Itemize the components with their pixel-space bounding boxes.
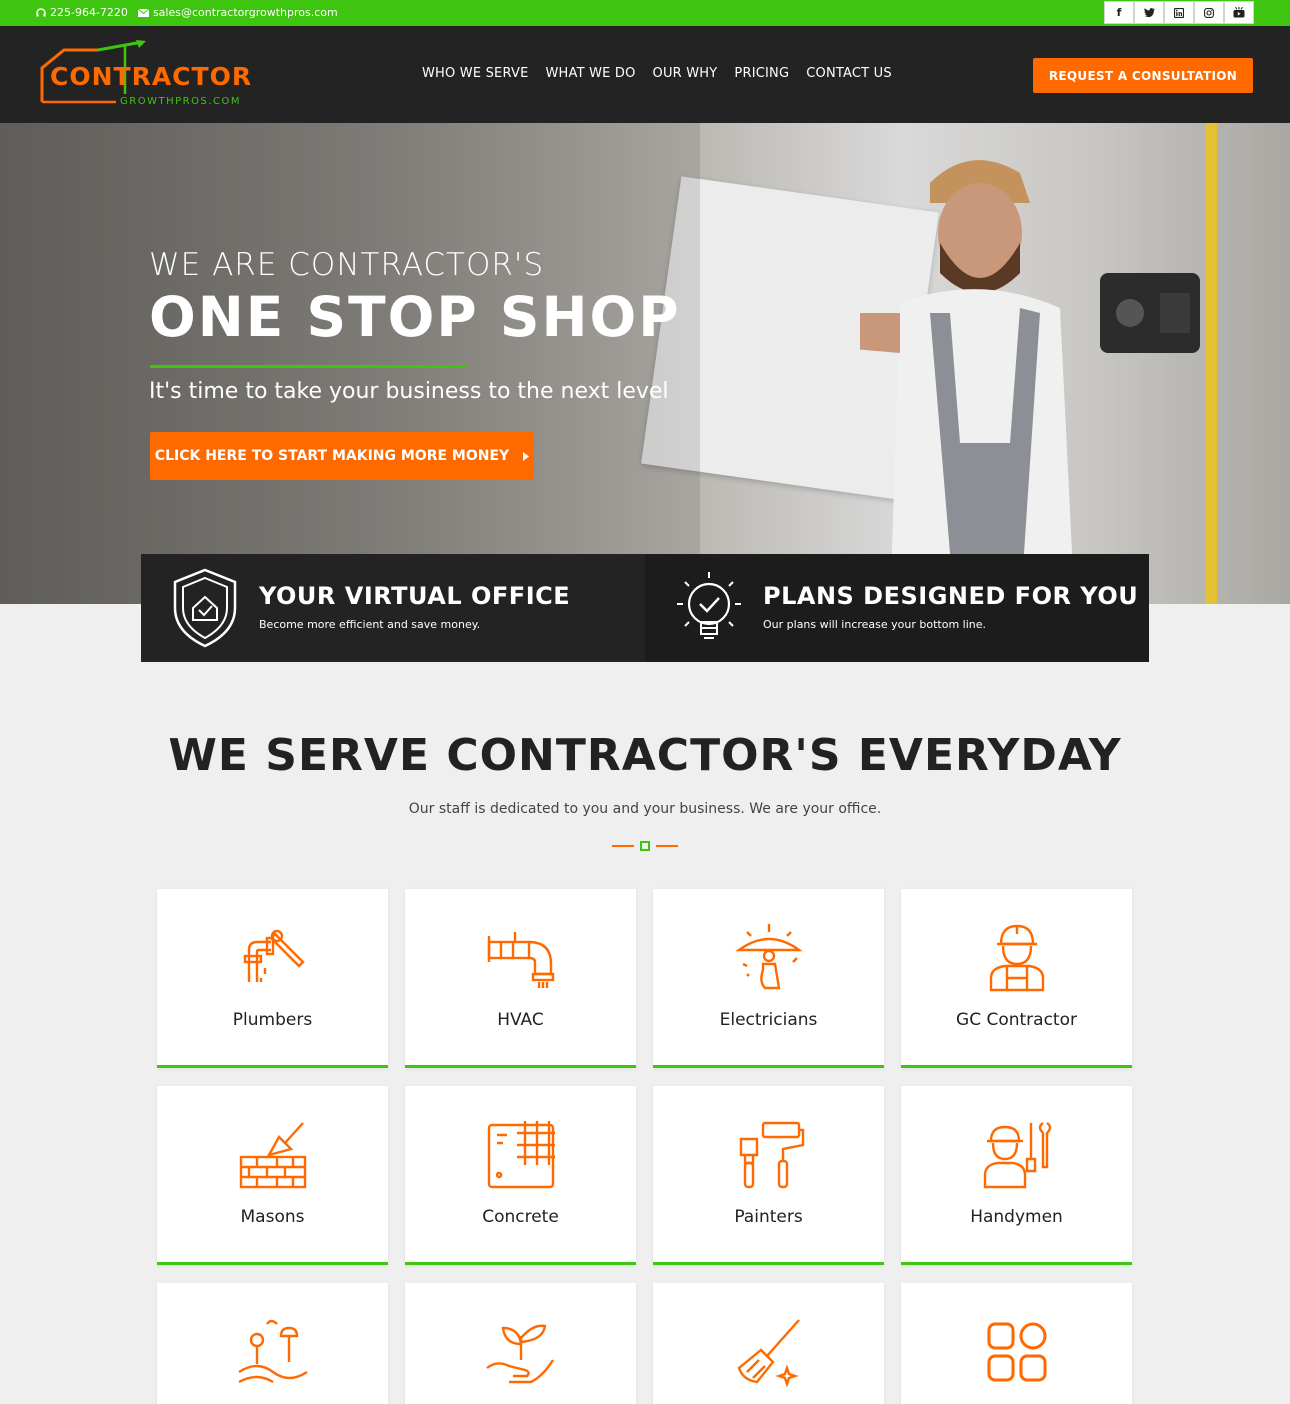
service-card-landscaping[interactable] bbox=[157, 1283, 388, 1404]
card-label: Electricians bbox=[719, 1010, 818, 1030]
hero-headline: ONE STOP SHOP bbox=[149, 285, 681, 349]
main-nav: WHO WE SERVE WHAT WE DO OUR WHY PRICING … bbox=[422, 66, 892, 81]
hero-cta-label: CLICK HERE TO START MAKING MORE MONEY bbox=[154, 448, 510, 464]
nav-who-we-serve[interactable]: WHO WE SERVE bbox=[422, 66, 529, 81]
nav-pricing[interactable]: PRICING bbox=[734, 66, 789, 81]
service-card-concrete[interactable]: Concrete bbox=[405, 1086, 636, 1265]
card-label: Painters bbox=[734, 1207, 803, 1227]
logo-subtitle: GROWTHPROS.COM bbox=[120, 96, 241, 107]
shield-house-icon bbox=[173, 568, 237, 648]
card-label: Concrete bbox=[482, 1207, 559, 1227]
service-card-cleaning[interactable] bbox=[653, 1283, 884, 1404]
hero-eyebrow: WE ARE CONTRACTOR'S bbox=[149, 247, 545, 283]
light-fixture-icon bbox=[735, 924, 803, 990]
service-card-painters[interactable]: Painters bbox=[653, 1086, 884, 1265]
hero-banner: WE ARE CONTRACTOR'S ONE STOP SHOP It's t… bbox=[0, 123, 1290, 604]
feature-plans: PLANS DESIGNED FOR YOU Our plans will in… bbox=[645, 554, 1149, 662]
paint-roller-icon bbox=[739, 1121, 805, 1189]
social-links: f bbox=[1104, 1, 1254, 24]
youtube-icon[interactable] bbox=[1224, 1, 1254, 24]
nav-contact-us[interactable]: CONTACT US bbox=[806, 66, 892, 81]
lightbulb-check-icon bbox=[677, 572, 741, 639]
hero-tagline: It's time to take your business to the n… bbox=[149, 379, 669, 404]
feature-title: YOUR VIRTUAL OFFICE bbox=[259, 582, 571, 610]
handyman-icon bbox=[983, 1122, 1052, 1189]
card-label: Plumbers bbox=[232, 1010, 313, 1030]
nav-what-we-do[interactable]: WHAT WE DO bbox=[546, 66, 636, 81]
service-card-gc-contractor[interactable]: GC Contractor bbox=[901, 889, 1132, 1068]
feature-title: PLANS DESIGNED FOR YOU bbox=[763, 582, 1139, 610]
bricks-trowel-icon bbox=[239, 1122, 307, 1189]
card-label: Handymen bbox=[970, 1207, 1063, 1227]
linkedin-icon[interactable] bbox=[1164, 1, 1194, 24]
service-card-handymen[interactable]: Handymen bbox=[901, 1086, 1132, 1265]
section-divider bbox=[612, 841, 678, 851]
nav-our-why[interactable]: OUR WHY bbox=[653, 66, 718, 81]
service-card-plumbers[interactable]: Plumbers bbox=[157, 889, 388, 1068]
plant-hand-icon bbox=[486, 1324, 555, 1384]
facebook-icon[interactable]: f bbox=[1104, 1, 1134, 24]
start-making-money-button[interactable]: CLICK HERE TO START MAKING MORE MONEY bbox=[150, 432, 534, 480]
section-title: WE SERVE CONTRACTOR'S EVERYDAY bbox=[168, 730, 1122, 781]
headset-icon bbox=[36, 7, 46, 16]
site-header: CONTRACTOR GROWTHPROS.COM WHO WE SERVE W… bbox=[0, 26, 1290, 123]
broom-icon bbox=[737, 1319, 800, 1388]
hero-underline bbox=[150, 365, 468, 368]
card-label: HVAC bbox=[497, 1010, 544, 1030]
phone-number: 225-964-7220 bbox=[50, 6, 128, 19]
feature-virtual-office: YOUR VIRTUAL OFFICE Become more efficien… bbox=[141, 554, 645, 662]
email-address: sales@contractorgrowthpros.com bbox=[152, 6, 338, 19]
service-card-more[interactable] bbox=[901, 1283, 1132, 1404]
contact-info: 225-964-7220 sales@contractorgrowthpros.… bbox=[36, 6, 338, 19]
grid-icon bbox=[987, 1322, 1047, 1382]
feature-strip: YOUR VIRTUAL OFFICE Become more efficien… bbox=[141, 554, 1149, 662]
section-subtitle: Our staff is dedicated to you and your b… bbox=[408, 801, 882, 817]
worker-image bbox=[860, 160, 1075, 604]
laser-level-image bbox=[1100, 123, 1217, 604]
top-bar: 225-964-7220 sales@contractorgrowthpros.… bbox=[0, 0, 1290, 26]
feature-text: Become more efficient and save money. bbox=[259, 618, 481, 631]
duct-icon bbox=[487, 932, 555, 988]
request-consultation-button[interactable]: REQUEST A CONSULTATION bbox=[1033, 58, 1253, 93]
service-card-electricians[interactable]: Electricians bbox=[653, 889, 884, 1068]
site-logo[interactable]: CONTRACTOR GROWTHPROS.COM bbox=[38, 40, 251, 112]
envelope-icon bbox=[137, 8, 149, 17]
logo-wordmark: CONTRACTOR bbox=[50, 62, 253, 91]
landscape-icon bbox=[238, 1319, 308, 1384]
caret-right-icon bbox=[523, 451, 530, 461]
card-label: GC Contractor bbox=[956, 1010, 1077, 1030]
service-card-hvac[interactable]: HVAC bbox=[405, 889, 636, 1068]
pipe-wrench-icon bbox=[243, 929, 305, 982]
instagram-icon[interactable] bbox=[1194, 1, 1224, 24]
feature-text: Our plans will increase your bottom line… bbox=[763, 618, 987, 631]
email-link[interactable]: sales@contractorgrowthpros.com bbox=[137, 6, 338, 19]
twitter-icon[interactable] bbox=[1134, 1, 1164, 24]
service-card-masons[interactable]: Masons bbox=[157, 1086, 388, 1265]
service-card-gardening[interactable] bbox=[405, 1283, 636, 1404]
card-label: Masons bbox=[240, 1207, 305, 1227]
worker-helmet-icon bbox=[989, 924, 1045, 992]
rebar-icon bbox=[487, 1121, 555, 1189]
phone-link[interactable]: 225-964-7220 bbox=[36, 6, 128, 19]
